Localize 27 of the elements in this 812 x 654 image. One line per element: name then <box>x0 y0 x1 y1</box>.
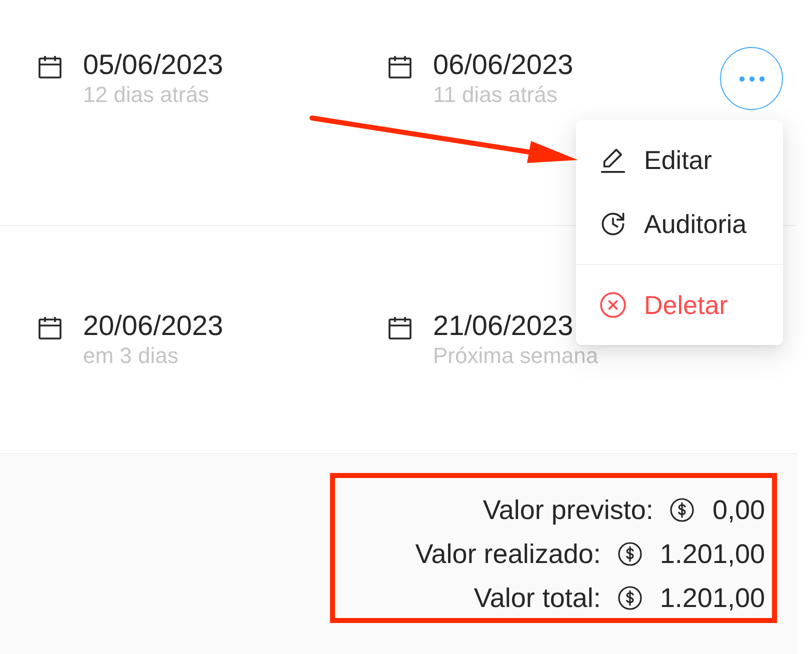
date-text: 21/06/2023 <box>433 309 574 343</box>
date-text: 20/06/2023 <box>83 309 224 343</box>
dollar-circle-icon <box>618 542 642 566</box>
date-text: 06/06/2023 <box>433 48 574 82</box>
relative-date-text: 11 dias atrás <box>433 82 558 108</box>
date-text: 05/06/2023 <box>83 48 224 82</box>
clock-icon <box>600 211 626 237</box>
menu-item[interactable]: Auditoria <box>576 192 783 256</box>
calendar-icon <box>38 55 62 79</box>
calendar-icon <box>388 316 412 340</box>
total-value: 1.201,00 <box>660 582 765 614</box>
calendar-icon <box>38 316 62 340</box>
pencil-icon <box>600 147 626 173</box>
total-label: Valor realizado: <box>415 538 601 570</box>
calendar-icon <box>388 55 412 79</box>
total-value: 1.201,00 <box>660 538 765 570</box>
dollar-circle-icon <box>670 498 694 522</box>
ellipsis-icon <box>738 76 764 82</box>
x-circle-icon <box>600 292 626 318</box>
total-label: Valor total: <box>474 582 601 614</box>
relative-date-text: Próxima semana <box>433 343 598 369</box>
relative-date-text: em 3 dias <box>83 343 180 369</box>
dollar-circle-icon <box>618 586 642 610</box>
menu-item[interactable]: Editar <box>576 128 783 192</box>
relative-date-text: 12 dias atrás <box>83 82 210 108</box>
total-value: 0,00 <box>712 494 765 526</box>
total-label: Valor previsto: <box>482 494 654 526</box>
